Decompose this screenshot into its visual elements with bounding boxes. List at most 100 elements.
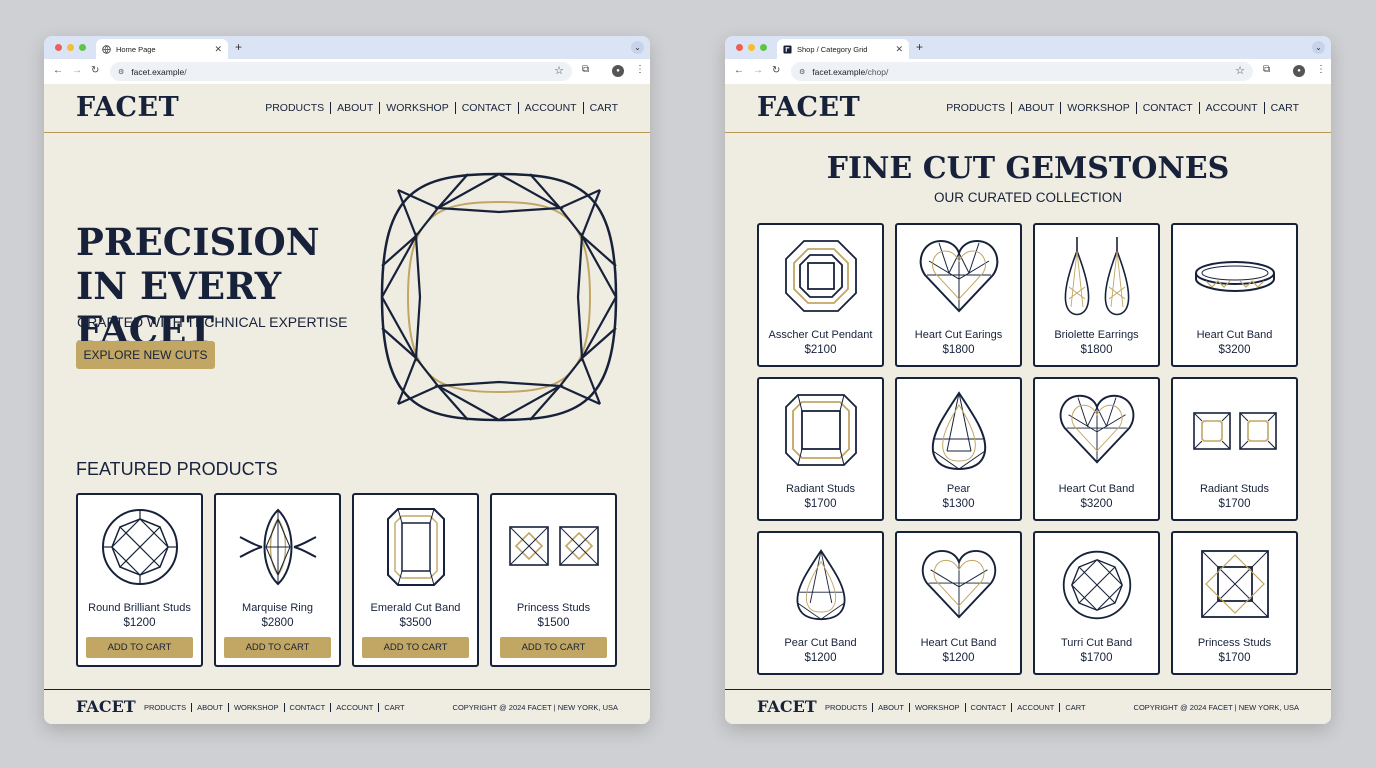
footer-nav-workshop[interactable]: WORKSHOP	[227, 703, 284, 712]
product-card[interactable]: Radiant Studs $1700	[1171, 377, 1298, 521]
add-to-cart-button[interactable]: ADD TO CART	[362, 637, 469, 658]
product-price: $1700	[804, 498, 837, 510]
footer-nav-contact[interactable]: CONTACT	[964, 703, 1012, 712]
reload-icon[interactable]: ↻	[772, 65, 780, 76]
product-price: $1500	[537, 617, 570, 629]
nav-workshop[interactable]: WORKSHOP	[379, 102, 454, 114]
url-path: /chop/	[865, 66, 889, 77]
nav-cart[interactable]: CART	[582, 102, 618, 114]
site-logo[interactable]: FACET	[76, 92, 179, 123]
footer-nav: PRODUCTS ABOUT WORKSHOP CONTACT ACCOUNT …	[825, 703, 1091, 712]
footer-nav-account[interactable]: ACCOUNT	[1011, 703, 1059, 712]
close-window-button[interactable]	[55, 44, 62, 51]
window-controls	[55, 44, 86, 51]
product-name: Emerald Cut Band	[370, 602, 461, 614]
tab-search-chevron-icon[interactable]: ⌄	[631, 41, 644, 54]
close-window-button[interactable]	[736, 44, 743, 51]
extensions-puzzle-icon[interactable]: ⧉	[1263, 64, 1270, 75]
tab-home-page[interactable]: Home Page ✕	[96, 39, 228, 59]
nav-account[interactable]: ACCOUNT	[1198, 102, 1264, 114]
site-logo[interactable]: FACET	[757, 92, 860, 123]
footer-nav-cart[interactable]: CART	[1059, 703, 1090, 712]
product-card[interactable]: Heart Cut Band $1200	[895, 531, 1022, 675]
profile-avatar[interactable]: ●	[1293, 65, 1305, 77]
profile-avatar[interactable]: ●	[612, 65, 624, 77]
copyright-text: COPYRIGHT @ 2024 FACET | NEW YORK, USA	[452, 703, 618, 712]
address-bar[interactable]: ⚙ facet.example / ☆	[110, 62, 572, 81]
product-card[interactable]: Briolette Earrings $1800	[1033, 223, 1160, 367]
more-menu-icon[interactable]: ⋮	[635, 64, 645, 75]
product-card[interactable]: Round Brilliant Studs $1200 ADD TO CART	[76, 493, 203, 667]
home-page: FACET PRODUCTS ABOUT WORKSHOP CONTACT AC…	[44, 84, 650, 724]
back-arrow-icon[interactable]: ←	[53, 65, 63, 76]
product-price: $1200	[942, 652, 975, 664]
product-card[interactable]: Heart Cut Band $3200	[1033, 377, 1160, 521]
nav-contact[interactable]: CONTACT	[454, 102, 518, 114]
product-card[interactable]: Marquise Ring $2800 ADD TO CART	[214, 493, 341, 667]
footer-nav-contact[interactable]: CONTACT	[283, 703, 331, 712]
minimize-window-button[interactable]	[748, 44, 755, 51]
product-card[interactable]: Emerald Cut Band $3500 ADD TO CART	[352, 493, 479, 667]
back-arrow-icon[interactable]: ←	[734, 65, 744, 76]
tab-shop-category-grid[interactable]: Shop / Category Grid ✕	[777, 39, 909, 59]
bookmark-star-icon[interactable]: ☆	[1235, 64, 1245, 77]
product-card[interactable]: Princess Studs $1500 ADD TO CART	[490, 493, 617, 667]
heart-cut-icon	[897, 549, 1020, 619]
footer-logo[interactable]: FACET	[757, 697, 817, 716]
product-card[interactable]: Turri Cut Band $1700	[1033, 531, 1160, 675]
product-name: Heart Cut Band	[1058, 483, 1135, 495]
site-settings-icon[interactable]: ⚙	[118, 68, 124, 76]
nav-products[interactable]: PRODUCTS	[940, 102, 1011, 114]
hero-title: PRECISION IN EVERY FACET	[76, 220, 320, 352]
forward-arrow-icon[interactable]: →	[72, 65, 82, 76]
product-card[interactable]: Pear $1300	[895, 377, 1022, 521]
product-card[interactable]: Asscher Cut Pendant $2100	[757, 223, 884, 367]
minimize-window-button[interactable]	[67, 44, 74, 51]
footer-nav-products[interactable]: PRODUCTS	[825, 703, 872, 712]
nav-products[interactable]: PRODUCTS	[259, 102, 330, 114]
product-card[interactable]: Radiant Studs $1700	[757, 377, 884, 521]
nav-about[interactable]: ABOUT	[330, 102, 379, 114]
nav-about[interactable]: ABOUT	[1011, 102, 1060, 114]
maximize-window-button[interactable]	[79, 44, 86, 51]
nav-account[interactable]: ACCOUNT	[517, 102, 583, 114]
footer-logo[interactable]: FACET	[76, 697, 136, 716]
close-tab-icon[interactable]: ✕	[895, 44, 903, 55]
add-to-cart-button[interactable]: ADD TO CART	[224, 637, 331, 658]
site-footer: FACET PRODUCTS ABOUT WORKSHOP CONTACT AC…	[44, 689, 650, 724]
product-card[interactable]: Pear Cut Band $1200	[757, 531, 884, 675]
site-header: FACET PRODUCTS ABOUT WORKSHOP CONTACT AC…	[44, 84, 650, 133]
nav-cart[interactable]: CART	[1263, 102, 1299, 114]
footer-nav-cart[interactable]: CART	[378, 703, 409, 712]
product-name: Heart Cut Earings	[914, 329, 1003, 341]
product-card[interactable]: Princess Studs $1700	[1171, 531, 1298, 675]
add-to-cart-button[interactable]: ADD TO CART	[500, 637, 607, 658]
site-settings-icon[interactable]: ⚙	[799, 68, 805, 76]
product-card[interactable]: Heart Cut Band $3200	[1171, 223, 1298, 367]
nav-workshop[interactable]: WORKSHOP	[1060, 102, 1135, 114]
explore-new-cuts-button[interactable]: EXPLORE NEW CUTS	[76, 341, 215, 369]
main-nav: PRODUCTS ABOUT WORKSHOP CONTACT ACCOUNT …	[940, 102, 1299, 114]
product-name: Turri Cut Band	[1060, 637, 1133, 649]
extensions-puzzle-icon[interactable]: ⧉	[582, 64, 589, 75]
forward-arrow-icon[interactable]: →	[753, 65, 763, 76]
footer-nav-about[interactable]: ABOUT	[191, 703, 228, 712]
footer-nav-workshop[interactable]: WORKSHOP	[908, 703, 965, 712]
product-card[interactable]: Heart Cut Earings $1800	[895, 223, 1022, 367]
footer-nav-products[interactable]: PRODUCTS	[144, 703, 191, 712]
bookmark-star-icon[interactable]: ☆	[554, 64, 564, 77]
add-to-cart-button[interactable]: ADD TO CART	[86, 637, 193, 658]
maximize-window-button[interactable]	[760, 44, 767, 51]
more-menu-icon[interactable]: ⋮	[1316, 64, 1326, 75]
product-name: Marquise Ring	[242, 602, 313, 614]
footer-nav-about[interactable]: ABOUT	[872, 703, 909, 712]
footer-nav-account[interactable]: ACCOUNT	[330, 703, 378, 712]
cushion-cut-gem-illustration	[378, 170, 620, 429]
new-tab-button[interactable]: +	[916, 40, 923, 54]
reload-icon[interactable]: ↻	[91, 65, 99, 76]
close-tab-icon[interactable]: ✕	[214, 44, 222, 55]
nav-contact[interactable]: CONTACT	[1135, 102, 1199, 114]
address-bar[interactable]: ⚙ facet.example/chop/ ☆	[791, 62, 1253, 81]
tab-search-chevron-icon[interactable]: ⌄	[1312, 41, 1325, 54]
new-tab-button[interactable]: +	[235, 40, 242, 54]
